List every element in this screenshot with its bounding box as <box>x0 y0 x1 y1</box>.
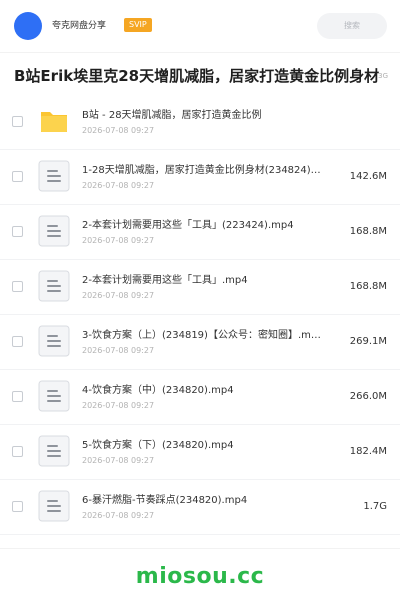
file-name[interactable]: B站 - 28天增肌减脂，居家打造黄金比例 <box>82 109 322 122</box>
select-checkbox[interactable] <box>12 226 23 237</box>
file-size: 269.1M <box>349 336 387 347</box>
search-placeholder: 搜索 <box>344 21 360 30</box>
total-size: 3G <box>378 72 388 80</box>
file-date: 2026-07-08 09:27 <box>82 181 155 190</box>
file-size: 168.8M <box>349 226 387 237</box>
file-name[interactable]: 6-暴汗燃脂-节奏踩点(234820).mp4 <box>82 494 322 507</box>
folder-icon <box>38 105 70 137</box>
file-row[interactable]: 3-饮食方案（上）(234819)【公众号：密知圈】.mp4 2026-07-08… <box>0 315 400 370</box>
file-name[interactable]: 5-饮食方案（下）(234820).mp4 <box>82 439 322 452</box>
file-size: 1.7G <box>363 501 387 512</box>
share-name: 夸克网盘分享 <box>52 21 107 31</box>
file-date: 2026-07-08 09:27 <box>82 456 155 465</box>
watermark: miosou.cc <box>135 564 265 589</box>
file-date: 2026-07-08 09:27 <box>82 346 155 355</box>
file-row[interactable]: 1-28天增肌减脂，居家打造黄金比例身材(234824).mp4 2026-07-… <box>0 150 400 205</box>
file-name[interactable]: 2-本套计划需要用这些「工具」(223424).mp4 <box>82 219 322 232</box>
file-list: B站 - 28天增肌减脂，居家打造黄金比例 2026-07-08 09:27 1-2… <box>0 95 400 535</box>
share-title-row: B站Erik埃里克28天增肌减脂，居家打造黄金比例身材 3G <box>0 60 400 92</box>
select-checkbox[interactable] <box>12 281 23 292</box>
document-icon <box>38 435 70 467</box>
file-row[interactable]: 4-饮食方案（中）(234820).mp4 2026-07-08 09:27 266… <box>0 370 400 425</box>
svip-badge: SVIP <box>124 18 152 32</box>
avatar[interactable] <box>14 12 42 40</box>
file-row[interactable]: 2-本套计划需要用这些「工具」.mp4 2026-07-08 09:27 168.8… <box>0 260 400 315</box>
share-header: 夸克网盘分享 SVIP 搜索 <box>0 0 400 52</box>
file-name[interactable]: 3-饮食方案（上）(234819)【公众号：密知圈】.mp4 <box>82 329 322 342</box>
file-size: 142.6M <box>349 171 387 182</box>
search-input[interactable]: 搜索 <box>317 13 387 39</box>
file-size: 168.8M <box>349 281 387 292</box>
file-row[interactable]: 6-暴汗燃脂-节奏踩点(234820).mp4 2026-07-08 09:27 1… <box>0 480 400 535</box>
select-checkbox[interactable] <box>12 336 23 347</box>
document-icon <box>38 325 70 357</box>
select-checkbox[interactable] <box>12 501 23 512</box>
header-divider <box>0 52 400 53</box>
file-name[interactable]: 1-28天增肌减脂，居家打造黄金比例身材(234824).mp4 <box>82 164 322 177</box>
document-icon <box>38 160 70 192</box>
page-title: B站Erik埃里克28天增肌减脂，居家打造黄金比例身材 <box>14 67 380 85</box>
file-row[interactable]: 5-饮食方案（下）(234820).mp4 2026-07-08 09:27 182… <box>0 425 400 480</box>
file-row[interactable]: 2-本套计划需要用这些「工具」(223424).mp4 2026-07-08 09… <box>0 205 400 260</box>
select-checkbox[interactable] <box>12 171 23 182</box>
file-size: 182.4M <box>349 446 387 457</box>
file-date: 2026-07-08 09:27 <box>82 126 155 135</box>
select-checkbox[interactable] <box>12 391 23 402</box>
file-date: 2026-07-08 09:27 <box>82 236 155 245</box>
bottom-divider <box>0 548 400 549</box>
file-date: 2026-07-08 09:27 <box>82 511 155 520</box>
select-checkbox[interactable] <box>12 446 23 457</box>
file-size: 266.0M <box>349 391 387 402</box>
file-row[interactable]: B站 - 28天增肌减脂，居家打造黄金比例 2026-07-08 09:27 <box>0 95 400 150</box>
document-icon <box>38 490 70 522</box>
file-name[interactable]: 4-饮食方案（中）(234820).mp4 <box>82 384 322 397</box>
document-icon <box>38 380 70 412</box>
file-date: 2026-07-08 09:27 <box>82 291 155 300</box>
document-icon <box>38 270 70 302</box>
file-name[interactable]: 2-本套计划需要用这些「工具」.mp4 <box>82 274 322 287</box>
file-date: 2026-07-08 09:27 <box>82 401 155 410</box>
select-checkbox[interactable] <box>12 116 23 127</box>
document-icon <box>38 215 70 247</box>
